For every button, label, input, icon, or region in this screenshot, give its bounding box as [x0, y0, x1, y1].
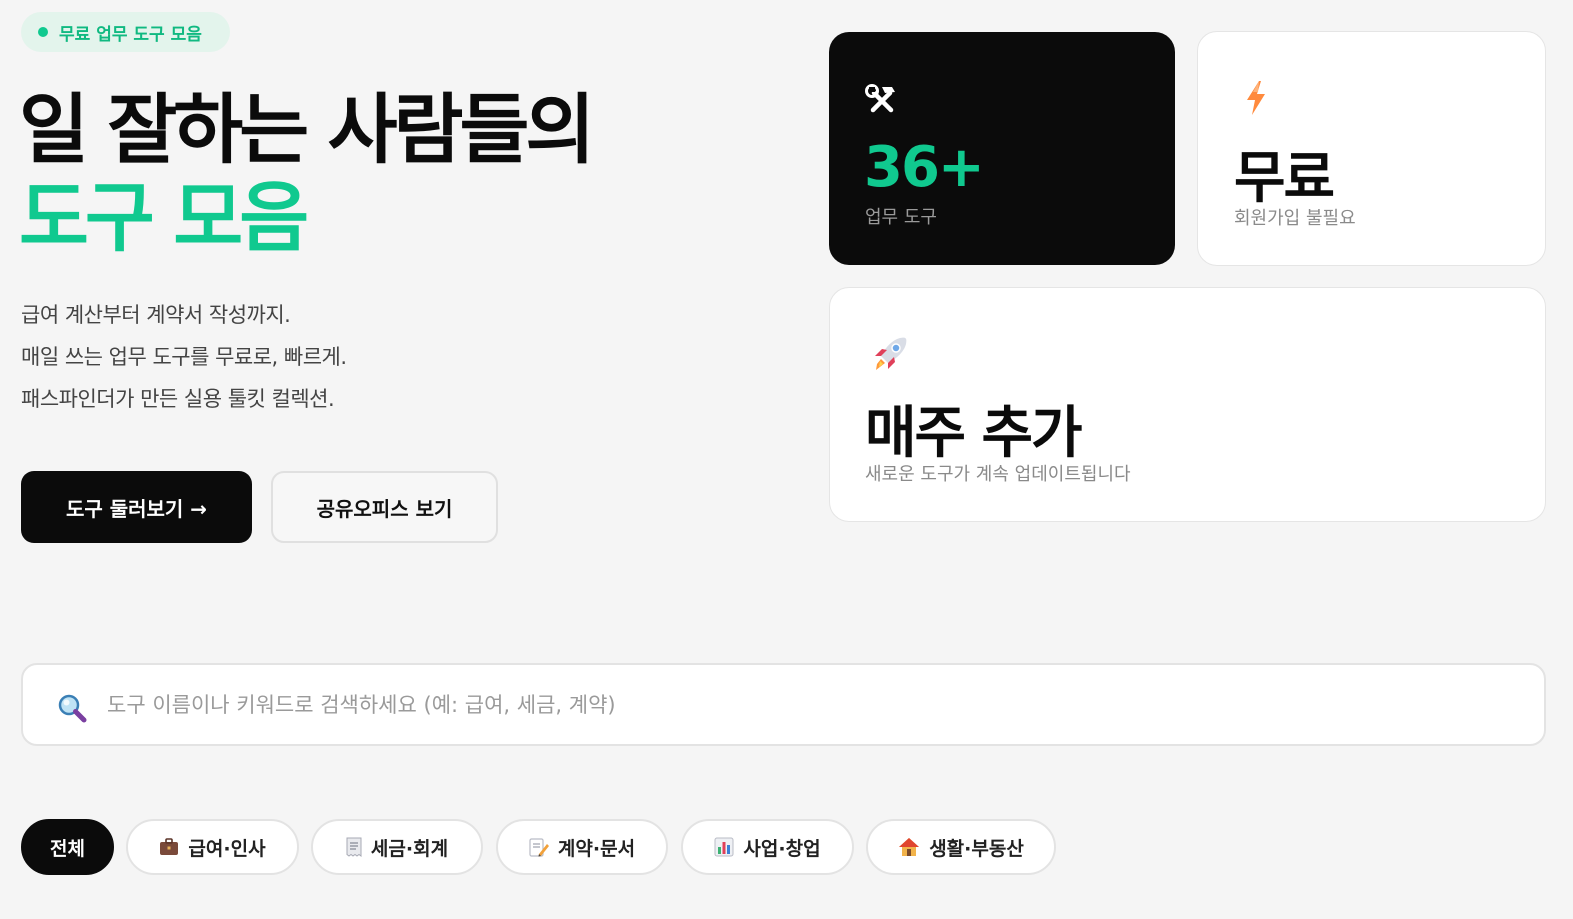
- stat-free-label: 회원가입 불필요: [1234, 208, 1356, 229]
- hero-description-line: 패스파인더가 만든 실용 툴킷 컬렉션.: [21, 387, 335, 411]
- browse-tools-button[interactable]: 도구 둘러보기 →: [21, 471, 252, 543]
- stat-card-tools: 36+ 업무 도구: [829, 32, 1175, 265]
- category-chip-life-realestate[interactable]: 생활·부동산: [866, 819, 1056, 875]
- bar-chart-icon: [714, 837, 734, 857]
- shared-office-button[interactable]: 공유오피스 보기: [271, 471, 498, 543]
- category-chip-label: 세금·회계: [370, 837, 449, 860]
- status-dot: [38, 27, 48, 37]
- category-chip-tax-accounting[interactable]: 세금·회계: [311, 819, 483, 875]
- category-chip-all[interactable]: 전체: [21, 819, 114, 875]
- rocket-icon: [870, 334, 910, 378]
- stat-tools-value: 36+: [864, 135, 985, 200]
- stat-card-weekly: 매주 추가 새로운 도구가 계속 업데이트됩니다: [829, 287, 1546, 522]
- category-chip-label: 사업·창업: [743, 837, 821, 860]
- category-chip-contract-docs[interactable]: 계약·문서: [496, 819, 668, 875]
- receipt-icon: [346, 837, 362, 857]
- magnifier-icon: [57, 693, 87, 727]
- house-icon: [898, 837, 920, 857]
- briefcase-icon: [159, 838, 179, 856]
- hero-badge-label: 무료 업무 도구 모음: [59, 24, 202, 45]
- stat-card-free: 무료 회원가입 불필요: [1197, 31, 1546, 266]
- memo-icon: [529, 837, 549, 857]
- hero-description-line: 매일 쓰는 업무 도구를 무료로, 빠르게.: [21, 345, 347, 369]
- search-input[interactable]: [107, 665, 1507, 744]
- category-chip-label: 계약·문서: [557, 837, 636, 860]
- lightning-icon: [1244, 80, 1268, 120]
- stat-tools-label: 업무 도구: [865, 207, 937, 228]
- hero-description-line: 급여 계산부터 계약서 작성까지.: [21, 303, 291, 327]
- stat-weekly-value: 매주 추가: [865, 401, 1083, 466]
- hero-title-line1: 일 잘하는 사람들의: [19, 85, 595, 174]
- hero-title: 일 잘하는 사람들의 도구 모음: [19, 85, 595, 262]
- hammer-wrench-icon: [865, 84, 899, 122]
- category-chip-payroll-hr[interactable]: 급여·인사: [126, 819, 299, 875]
- category-chip-business-startup[interactable]: 사업·창업: [681, 819, 854, 875]
- category-chip-label: 급여·인사: [188, 837, 266, 860]
- category-chip-label: 생활·부동산: [929, 837, 1024, 860]
- search-box[interactable]: [21, 663, 1546, 746]
- stat-free-value: 무료: [1234, 146, 1335, 211]
- category-chip-label: 전체: [50, 837, 85, 860]
- hero-description: 급여 계산부터 계약서 작성까지. 매일 쓰는 업무 도구를 무료로, 빠르게.…: [21, 294, 347, 420]
- hero-title-line2: 도구 모음: [19, 173, 309, 262]
- stat-weekly-label: 새로운 도구가 계속 업데이트됩니다: [865, 464, 1131, 485]
- hero-badge: 무료 업무 도구 모음: [21, 12, 230, 52]
